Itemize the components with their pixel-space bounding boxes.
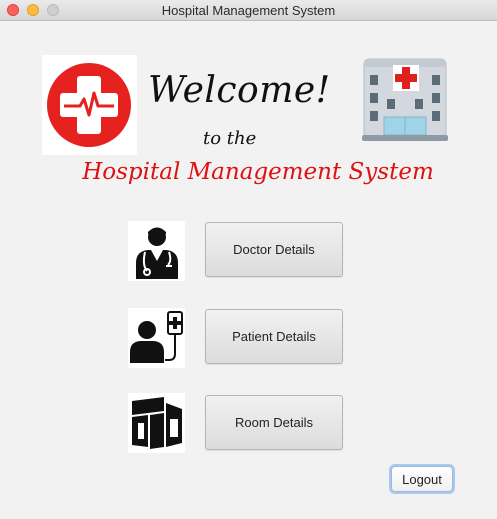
patient-icon [128,308,185,368]
app-window: Hospital Management System Welcome! to t… [0,0,497,519]
title-bar: Hospital Management System [0,0,497,21]
room-details-button[interactable]: Room Details [205,395,343,450]
to-the-text: to the [203,128,257,149]
room-icon [128,393,185,453]
welcome-heading: Welcome! [148,70,331,111]
patient-details-button[interactable]: Patient Details [205,309,343,364]
logout-button[interactable]: Logout [391,466,453,492]
hospital-building-icon [360,55,450,150]
app-title: Hospital Management System [82,159,434,185]
doctor-details-button[interactable]: Doctor Details [205,222,343,277]
window-title: Hospital Management System [161,3,336,18]
medical-logo-icon [42,55,137,155]
doctor-icon [128,221,185,281]
